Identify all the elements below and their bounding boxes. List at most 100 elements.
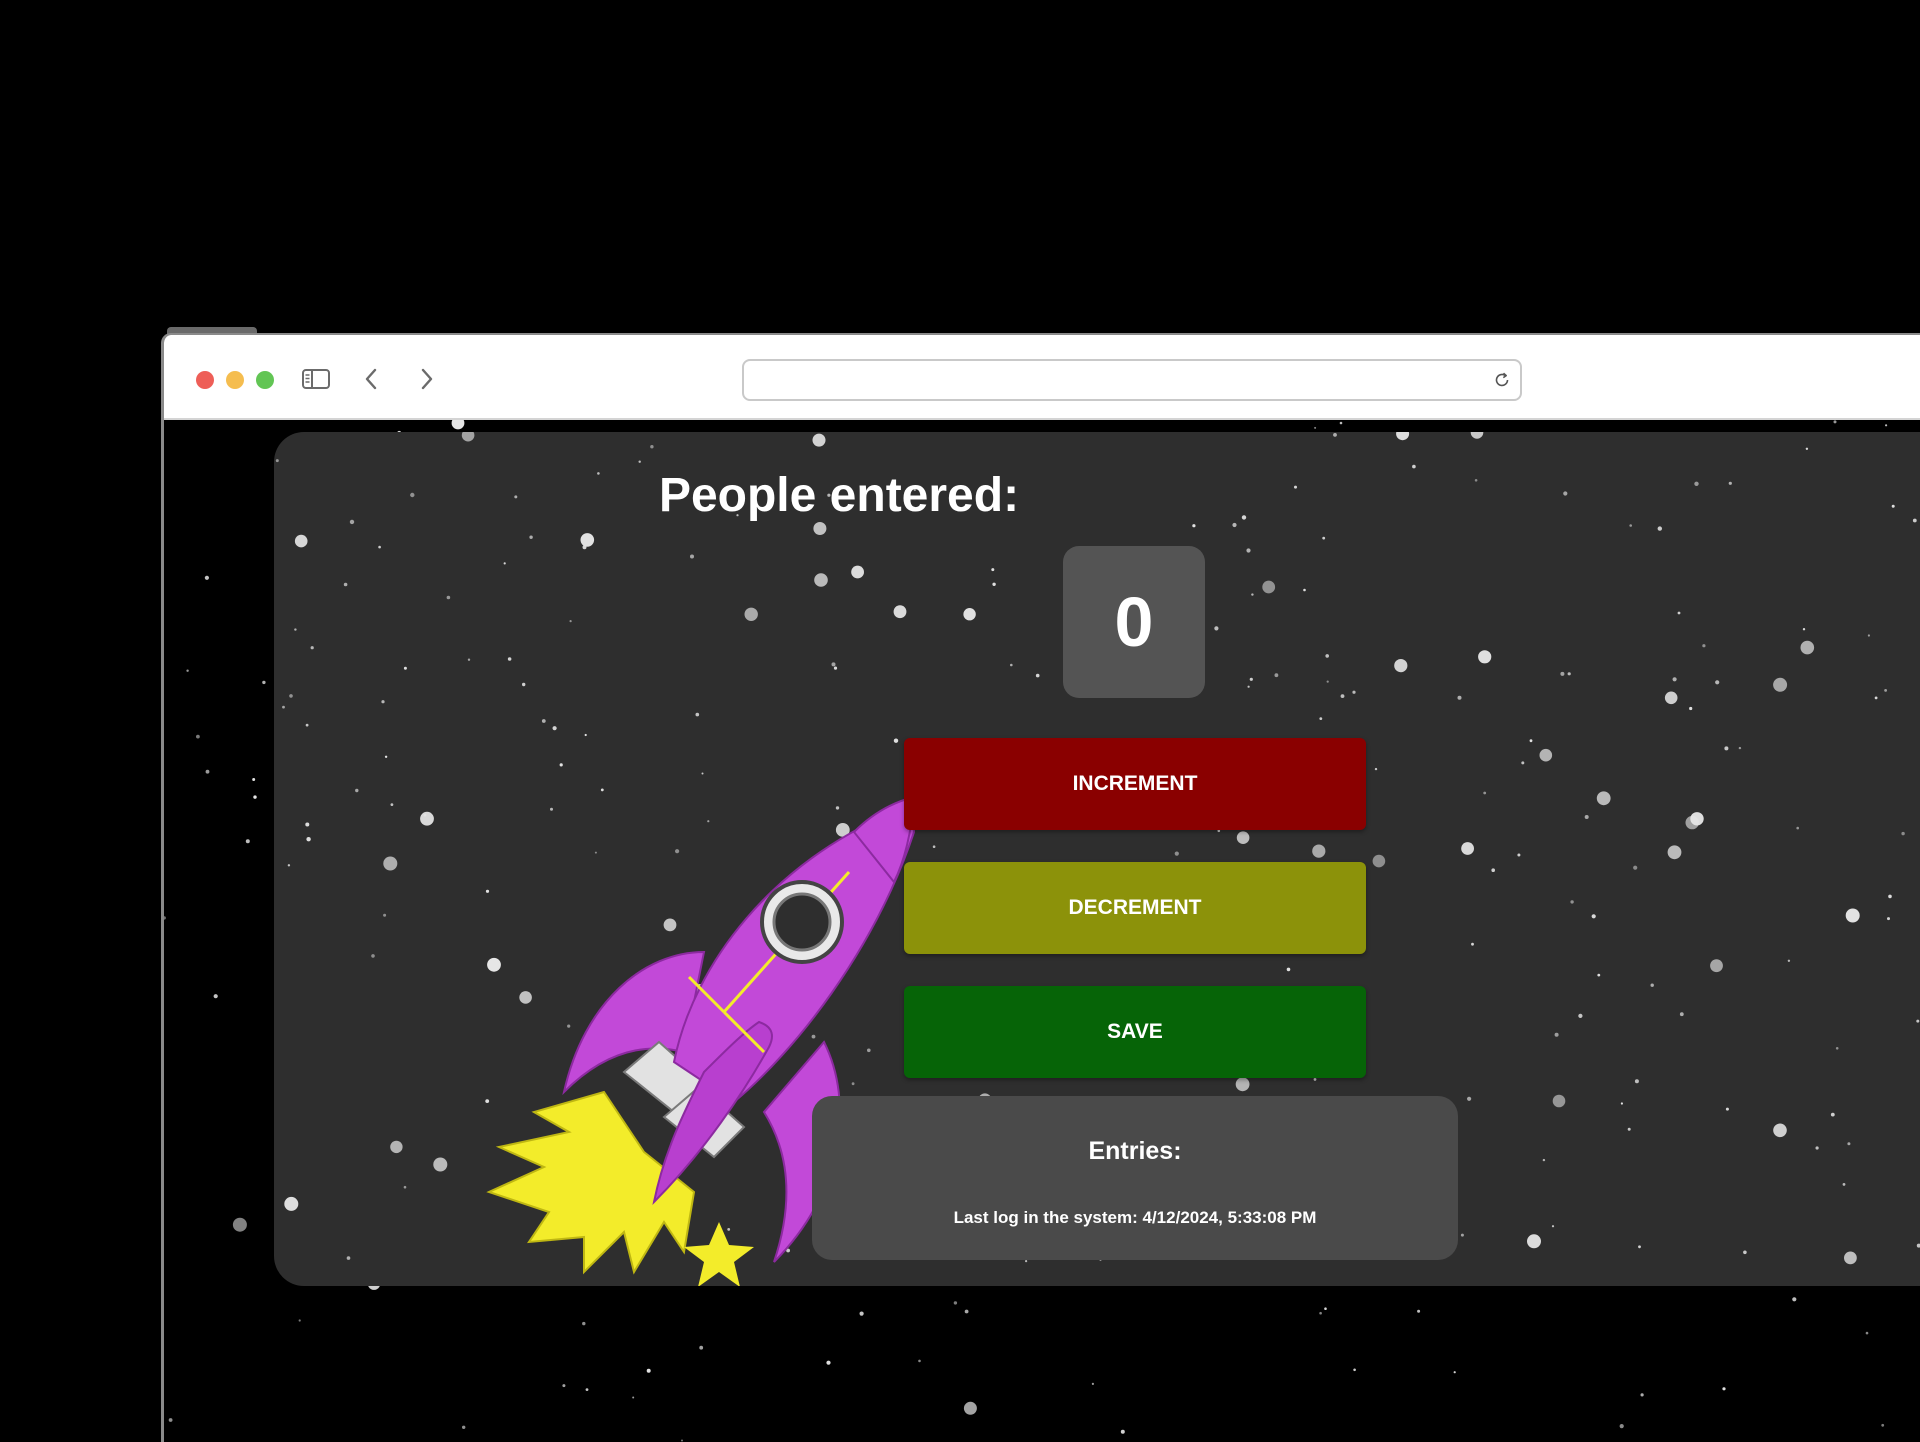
- star-speck: [1796, 826, 1799, 830]
- star-speck: [446, 595, 451, 600]
- star-speck: [383, 913, 387, 917]
- star-speck: [1262, 580, 1276, 594]
- address-bar[interactable]: [742, 359, 1522, 401]
- star-speck: [1667, 845, 1682, 860]
- star-speck: [262, 680, 266, 685]
- reload-icon[interactable]: [1492, 370, 1512, 390]
- sidebar-toggle-icon[interactable]: [298, 361, 334, 397]
- star-speck: [245, 839, 250, 844]
- star-speck: [580, 533, 595, 547]
- star-speck: [289, 694, 293, 698]
- star-speck: [632, 1396, 635, 1399]
- star-speck: [826, 1360, 831, 1365]
- star-speck: [1333, 433, 1337, 437]
- star-speck: [1453, 1371, 1456, 1374]
- star-speck: [1235, 1077, 1250, 1092]
- star-speck: [1552, 1094, 1566, 1108]
- increment-button[interactable]: INCREMENT: [904, 738, 1366, 830]
- star-speck: [1467, 1096, 1472, 1101]
- star-speck: [1884, 689, 1887, 692]
- star-speck: [252, 778, 256, 781]
- star-speck: [1247, 685, 1250, 688]
- star-speck: [294, 628, 297, 631]
- star-speck: [1912, 518, 1917, 523]
- star-speck: [1773, 1123, 1787, 1138]
- star-speck: [813, 522, 827, 535]
- star-speck: [355, 788, 359, 793]
- star-speck: [253, 795, 257, 799]
- star-speck: [1633, 865, 1638, 870]
- star-speck: [1567, 672, 1571, 676]
- star-speck: [1551, 1225, 1555, 1228]
- star-speck: [963, 1401, 977, 1415]
- star-speck: [204, 575, 209, 580]
- forward-chevron-icon[interactable]: [408, 361, 444, 397]
- star-speck: [1236, 831, 1250, 844]
- star-speck: [305, 822, 310, 827]
- star-speck: [1578, 1013, 1583, 1019]
- star-speck: [1091, 1382, 1094, 1385]
- star-speck: [284, 1196, 299, 1211]
- back-chevron-icon[interactable]: [354, 361, 390, 397]
- star-speck: [1672, 677, 1677, 682]
- star-speck: [1629, 524, 1632, 527]
- star-speck: [1483, 791, 1487, 795]
- star-speck: [390, 1140, 403, 1154]
- star-speck: [310, 646, 314, 650]
- star-speck: [390, 803, 394, 806]
- star-speck: [1596, 791, 1611, 806]
- star-speck: [381, 700, 385, 704]
- star-speck: [1554, 1032, 1559, 1037]
- star-speck: [1251, 593, 1254, 596]
- star-speck: [1470, 432, 1484, 439]
- star-speck: [1326, 680, 1329, 683]
- star-speck: [294, 534, 308, 548]
- star-speck: [1833, 420, 1837, 424]
- star-speck: [232, 1217, 247, 1232]
- star-speck: [1314, 426, 1317, 429]
- star-speck: [1638, 1245, 1641, 1249]
- page-title: People entered:: [658, 469, 1020, 522]
- star-speck: [275, 459, 279, 463]
- star-speck: [462, 1425, 466, 1429]
- star-speck: [1412, 464, 1416, 469]
- minimize-window-button[interactable]: [226, 371, 244, 389]
- save-button[interactable]: SAVE: [904, 986, 1366, 1078]
- star-speck: [1800, 640, 1815, 655]
- star-speck: [1591, 914, 1596, 919]
- star-speck: [1865, 1331, 1869, 1335]
- close-window-button[interactable]: [196, 371, 214, 389]
- maximize-window-button[interactable]: [256, 371, 274, 389]
- star-speck: [1246, 548, 1251, 553]
- people-count-display: 0: [1063, 546, 1205, 698]
- star-speck: [1891, 504, 1895, 508]
- entries-panel: Entries: Last log in the system: 4/12/20…: [812, 1096, 1458, 1260]
- star-speck: [562, 1384, 566, 1388]
- star-speck: [1322, 536, 1326, 540]
- star-speck: [991, 568, 995, 572]
- star-speck: [1274, 673, 1279, 678]
- star-speck: [1627, 1127, 1631, 1131]
- star-speck: [1457, 695, 1462, 700]
- star-speck: [1471, 942, 1474, 946]
- star-speck: [1842, 1183, 1846, 1186]
- star-speck: [433, 1157, 448, 1172]
- star-speck: [646, 1368, 651, 1373]
- star-speck: [1286, 967, 1291, 972]
- star-speck: [1664, 691, 1678, 705]
- star-speck: [1527, 1234, 1541, 1249]
- star-speck: [1815, 1146, 1819, 1150]
- star-speck: [953, 1301, 958, 1305]
- star-speck: [383, 856, 398, 871]
- star-speck: [1010, 663, 1013, 667]
- star-speck: [1374, 767, 1378, 771]
- decrement-button[interactable]: DECREMENT: [904, 862, 1366, 954]
- star-speck: [585, 1388, 589, 1391]
- counter-card: People entered: 0 INCREMENT DECREMENT SA…: [274, 432, 1920, 1286]
- star-speck: [1312, 844, 1326, 858]
- star-speck: [1722, 1387, 1726, 1391]
- star-speck: [1619, 1424, 1624, 1429]
- star-speck: [1743, 1250, 1747, 1255]
- star-speck: [859, 1311, 864, 1316]
- star-speck: [851, 565, 864, 579]
